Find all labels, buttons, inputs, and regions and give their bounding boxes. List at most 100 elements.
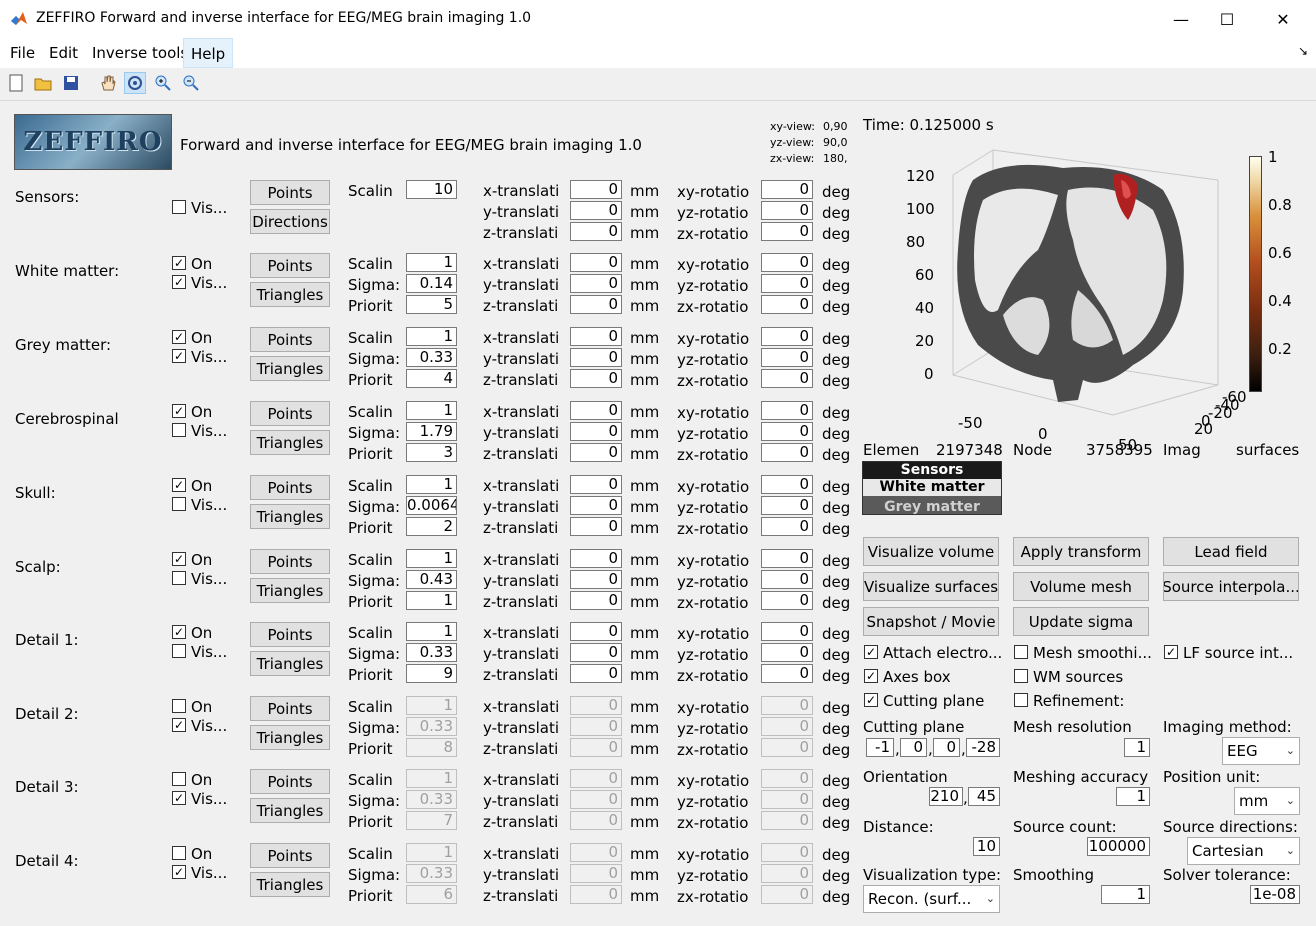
triangles-button[interactable]: Triangles <box>250 725 330 750</box>
points-button[interactable]: Points <box>250 549 330 574</box>
triangles-button[interactable]: Triangles <box>250 872 330 897</box>
points-button[interactable]: Points <box>250 696 330 721</box>
translation-input[interactable]: 0 <box>570 401 622 420</box>
rotation-input[interactable]: 0 <box>761 443 813 462</box>
points-button[interactable]: Points <box>250 475 330 500</box>
points-button[interactable]: Points <box>250 769 330 794</box>
minimize-button[interactable]: — <box>1158 0 1204 38</box>
rotation-input[interactable]: 0 <box>761 475 813 494</box>
orientation-input[interactable]: 45 <box>968 787 1000 806</box>
translation-input[interactable]: 0 <box>570 369 622 388</box>
layer-on-checkbox[interactable]: ✓ <box>172 330 186 344</box>
scaling-input[interactable]: 1 <box>406 475 457 494</box>
triangles-button[interactable]: Triangles <box>250 798 330 823</box>
rotate-3d-icon[interactable] <box>124 72 146 94</box>
translation-input[interactable]: 0 <box>570 327 622 346</box>
refinement-checkbox[interactable] <box>1014 693 1028 707</box>
layer-visible-checkbox[interactable]: ✓ <box>172 275 186 289</box>
triangles-button[interactable]: Triangles <box>250 651 330 676</box>
layer-visible-checkbox[interactable]: ✓ <box>172 349 186 363</box>
sigma-input[interactable]: 0.0064 <box>406 496 457 515</box>
rotation-input[interactable]: 0 <box>761 274 813 293</box>
sigma-input[interactable]: 0.43 <box>406 570 457 589</box>
rotation-input[interactable]: 0 <box>761 622 813 641</box>
menu-inverse-tools[interactable]: Inverse tools <box>85 38 195 68</box>
points-button[interactable]: Points <box>250 401 330 426</box>
zoom-in-icon[interactable] <box>152 72 174 94</box>
layer-on-checkbox[interactable] <box>172 772 186 786</box>
new-file-icon[interactable] <box>5 72 27 94</box>
rotation-input[interactable]: 0 <box>761 549 813 568</box>
lead-field-button[interactable]: Lead field <box>1163 537 1299 566</box>
visualization-type-select[interactable]: Recon. (surf... ⌄ <box>863 885 1000 913</box>
zoom-out-icon[interactable] <box>180 72 202 94</box>
rotation-input[interactable]: 0 <box>761 570 813 589</box>
layer-visible-checkbox[interactable] <box>172 644 186 658</box>
scaling-input[interactable]: 1 <box>406 622 457 641</box>
sigma-input[interactable]: 0.14 <box>406 274 457 293</box>
translation-input[interactable]: 0 <box>570 443 622 462</box>
layer-on-checkbox[interactable] <box>172 846 186 860</box>
layer-on-checkbox[interactable]: ✓ <box>172 625 186 639</box>
list-item[interactable]: Grey matter <box>863 496 1001 514</box>
close-button[interactable]: ✕ <box>1260 0 1306 38</box>
triangles-button[interactable]: Triangles <box>250 430 330 455</box>
priority-input[interactable]: 1 <box>406 591 457 610</box>
layer-visible-checkbox[interactable] <box>172 571 186 585</box>
scaling-input[interactable]: 1 <box>406 549 457 568</box>
cut-plane-input[interactable]: -28 <box>966 738 1000 757</box>
dock-icon[interactable]: ↘ <box>1298 44 1308 58</box>
rotation-input[interactable]: 0 <box>761 517 813 536</box>
layer-visible-checkbox[interactable] <box>172 497 186 511</box>
rotation-input[interactable]: 0 <box>761 591 813 610</box>
translation-input[interactable]: 0 <box>570 253 622 272</box>
cut-plane-input[interactable]: -1 <box>866 738 894 757</box>
cutting-plane-checkbox[interactable]: ✓ <box>864 693 878 707</box>
visualize-surfaces-button[interactable]: Visualize surfaces <box>863 572 999 601</box>
rotation-input[interactable]: 0 <box>761 401 813 420</box>
imaging-method-select[interactable]: EEG ⌄ <box>1222 737 1300 765</box>
translation-input[interactable]: 0 <box>570 222 622 241</box>
rotation-input[interactable]: 0 <box>761 369 813 388</box>
cut-plane-input[interactable]: 0 <box>900 738 927 757</box>
cut-plane-input[interactable]: 0 <box>933 738 960 757</box>
layer-visible-checkbox[interactable]: ✓ <box>172 791 186 805</box>
translation-input[interactable]: 0 <box>570 549 622 568</box>
rotation-input[interactable]: 0 <box>761 422 813 441</box>
sigma-input[interactable]: 0.33 <box>406 348 457 367</box>
scaling-input[interactable]: 1 <box>406 327 457 346</box>
translation-input[interactable]: 0 <box>570 591 622 610</box>
layer-visible-checkbox[interactable] <box>172 423 186 437</box>
rotation-input[interactable]: 0 <box>761 496 813 515</box>
pan-hand-icon[interactable] <box>97 72 119 94</box>
distance-input[interactable]: 10 <box>973 837 1000 856</box>
volume-mesh-button[interactable]: Volume mesh <box>1013 572 1149 601</box>
rotation-input[interactable]: 0 <box>761 643 813 662</box>
priority-input[interactable]: 5 <box>406 295 457 314</box>
priority-input[interactable]: 4 <box>406 369 457 388</box>
menu-edit[interactable]: Edit <box>42 38 85 68</box>
sigma-input[interactable]: 0.33 <box>406 643 457 662</box>
rotation-input[interactable]: 0 <box>761 201 813 220</box>
smoothing-input[interactable]: 1 <box>1101 885 1150 904</box>
priority-input[interactable]: 3 <box>406 443 457 462</box>
translation-input[interactable]: 0 <box>570 201 622 220</box>
priority-input[interactable]: 9 <box>406 664 457 683</box>
snapshot-movie-button[interactable]: Snapshot / Movie <box>863 607 999 636</box>
layer-on-checkbox[interactable]: ✓ <box>172 256 186 270</box>
axes-box-checkbox[interactable]: ✓ <box>864 669 878 683</box>
points-button[interactable]: Points <box>250 327 330 352</box>
layer-on-checkbox[interactable]: ✓ <box>172 404 186 418</box>
list-item[interactable]: White matter <box>863 479 1001 496</box>
translation-input[interactable]: 0 <box>570 180 622 199</box>
translation-input[interactable]: 0 <box>570 496 622 515</box>
points-button[interactable]: Points <box>250 253 330 278</box>
mesh-resolution-input[interactable]: 1 <box>1124 738 1150 757</box>
layer-on-checkbox[interactable]: ✓ <box>172 478 186 492</box>
rotation-input[interactable]: 0 <box>761 664 813 683</box>
maximize-button[interactable]: ☐ <box>1204 0 1250 38</box>
wm-sources-checkbox[interactable] <box>1014 669 1028 683</box>
lf-source-checkbox[interactable]: ✓ <box>1164 645 1178 659</box>
attach-electrodes-checkbox[interactable]: ✓ <box>864 645 878 659</box>
translation-input[interactable]: 0 <box>570 348 622 367</box>
